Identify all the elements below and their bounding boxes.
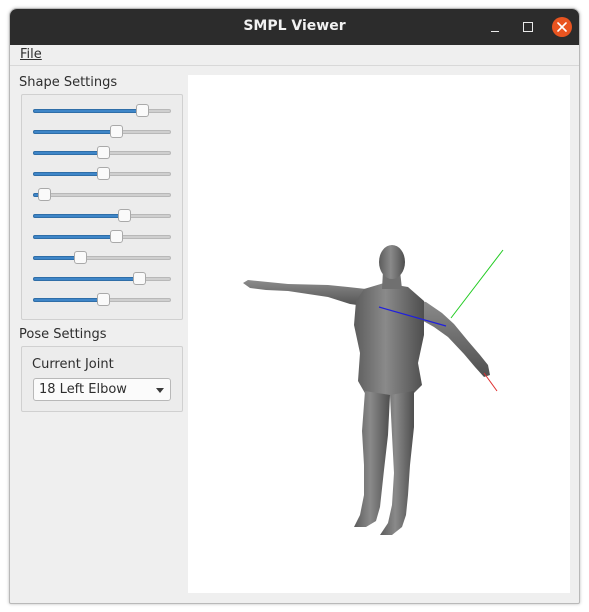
slider-handle[interactable]	[118, 209, 132, 222]
shape-slider-5[interactable]	[33, 187, 171, 203]
maximize-icon[interactable]	[518, 17, 538, 37]
app-window: SMPL Viewer File Shape Settings Pose Set…	[9, 8, 580, 604]
shape-slider-3[interactable]	[33, 145, 171, 161]
smpl-model-render	[243, 245, 504, 535]
shape-slider-8[interactable]	[33, 250, 171, 266]
slider-handle[interactable]	[97, 293, 111, 306]
menu-file[interactable]: File	[20, 47, 42, 62]
minimize-icon[interactable]	[485, 17, 505, 37]
axis-y-line	[450, 249, 504, 319]
slider-fill	[33, 298, 104, 302]
current-joint-select[interactable]: 18 Left Elbow	[33, 378, 171, 401]
slider-handle[interactable]	[109, 230, 123, 243]
chevron-down-icon	[156, 388, 164, 393]
shape-slider-10[interactable]	[33, 292, 171, 308]
slider-fill	[33, 235, 116, 239]
slider-groove	[33, 193, 171, 197]
menu-bar: File	[10, 45, 579, 66]
shape-settings-group	[21, 94, 183, 320]
shape-slider-2[interactable]	[33, 124, 171, 140]
pose-settings-title: Pose Settings	[19, 327, 107, 342]
shape-slider-9[interactable]	[33, 271, 171, 287]
slider-fill	[33, 277, 140, 281]
axis-x-line	[483, 372, 498, 392]
3d-viewport[interactable]	[188, 75, 570, 593]
slider-handle[interactable]	[136, 104, 150, 117]
slider-handle[interactable]	[97, 146, 111, 159]
slider-fill	[33, 130, 116, 134]
slider-fill	[33, 109, 143, 113]
slider-handle[interactable]	[38, 188, 52, 201]
model-head	[379, 245, 405, 279]
shape-settings-title: Shape Settings	[19, 75, 118, 90]
title-bar[interactable]: SMPL Viewer	[10, 9, 579, 45]
slider-fill	[33, 151, 104, 155]
slider-handle[interactable]	[97, 167, 111, 180]
shape-slider-1[interactable]	[33, 103, 171, 119]
shape-slider-7[interactable]	[33, 229, 171, 245]
pose-settings-group: Current Joint 18 Left Elbow	[21, 346, 183, 412]
current-joint-value: 18 Left Elbow	[39, 382, 127, 397]
close-icon[interactable]	[552, 17, 572, 37]
slider-fill	[33, 256, 80, 260]
slider-fill	[33, 214, 125, 218]
shape-slider-4[interactable]	[33, 166, 171, 182]
slider-handle[interactable]	[73, 251, 87, 264]
model-torso	[354, 283, 424, 395]
slider-handle[interactable]	[109, 125, 123, 138]
shape-slider-6[interactable]	[33, 208, 171, 224]
slider-fill	[33, 172, 104, 176]
model-right-leg	[354, 391, 390, 527]
current-joint-label: Current Joint	[32, 357, 114, 372]
slider-handle[interactable]	[133, 272, 147, 285]
